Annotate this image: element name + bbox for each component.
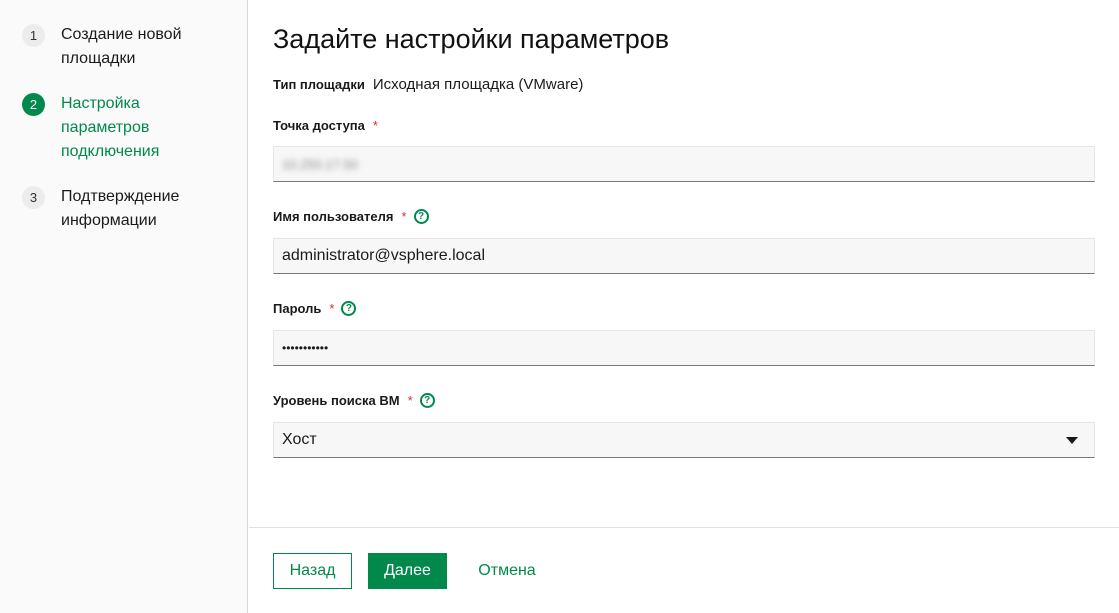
back-button[interactable]: Назад — [273, 553, 352, 589]
main-panel: Задайте настройки параметров Тип площадк… — [249, 0, 1119, 613]
wizard-footer: Назад Далее Отмена — [249, 527, 1119, 613]
step-label: Создание новой площадки — [61, 26, 182, 67]
access-point-value: 10.250.17.50 — [282, 156, 358, 172]
cancel-button[interactable]: Отмена — [463, 553, 551, 589]
password-input[interactable]: ••••••••••• — [273, 330, 1095, 366]
next-button[interactable]: Далее — [368, 553, 447, 589]
vm-search-level-select[interactable]: Хост — [273, 422, 1095, 458]
password-label: Пароль * ? — [273, 301, 357, 316]
step-connection-settings[interactable]: 2 Настройка параметров подключения — [22, 93, 211, 164]
username-input[interactable]: administrator@vsphere.local — [273, 238, 1095, 274]
site-type-label: Тип площадки — [273, 77, 365, 92]
step-label: Настройка параметров подключения — [61, 95, 160, 160]
step-label: Подтверждение информации — [61, 188, 180, 229]
required-marker: * — [372, 118, 378, 133]
step-create-site[interactable]: 1 Создание новой площадки — [22, 24, 211, 71]
step-number: 1 — [22, 24, 45, 47]
help-icon[interactable]: ? — [419, 393, 435, 408]
help-icon[interactable]: ? — [341, 301, 357, 316]
username-label: Имя пользователя * ? — [273, 209, 429, 224]
required-marker: * — [401, 209, 407, 224]
required-marker: * — [407, 393, 413, 408]
vm-search-level-label-text: Уровень поиска ВМ — [273, 393, 400, 408]
chevron-down-icon — [1066, 437, 1078, 444]
page-title: Задайте настройки параметров — [273, 24, 670, 54]
help-icon[interactable]: ? — [413, 209, 429, 224]
vm-search-level-label: Уровень поиска ВМ * ? — [273, 393, 435, 408]
password-value: ••••••••••• — [282, 341, 329, 355]
step-confirm-info[interactable]: 3 Подтверждение информации — [22, 186, 211, 233]
username-value: administrator@vsphere.local — [282, 247, 485, 264]
site-type-row: Тип площадки Исходная площадка (VMware) — [273, 76, 583, 93]
password-label-text: Пароль — [273, 301, 322, 316]
site-type-value: Исходная площадка (VMware) — [372, 76, 584, 93]
username-label-text: Имя пользователя — [273, 209, 394, 224]
wizard-steps-sidebar: 1 Создание новой площадки 2 Настройка па… — [0, 0, 248, 613]
step-number: 2 — [22, 93, 45, 116]
vm-search-level-value: Хост — [282, 431, 317, 448]
access-point-input[interactable]: 10.250.17.50 — [273, 146, 1095, 182]
step-number: 3 — [22, 186, 45, 209]
access-point-label-text: Точка доступа — [273, 118, 365, 133]
access-point-label: Точка доступа * — [273, 118, 378, 133]
required-marker: * — [329, 301, 335, 316]
